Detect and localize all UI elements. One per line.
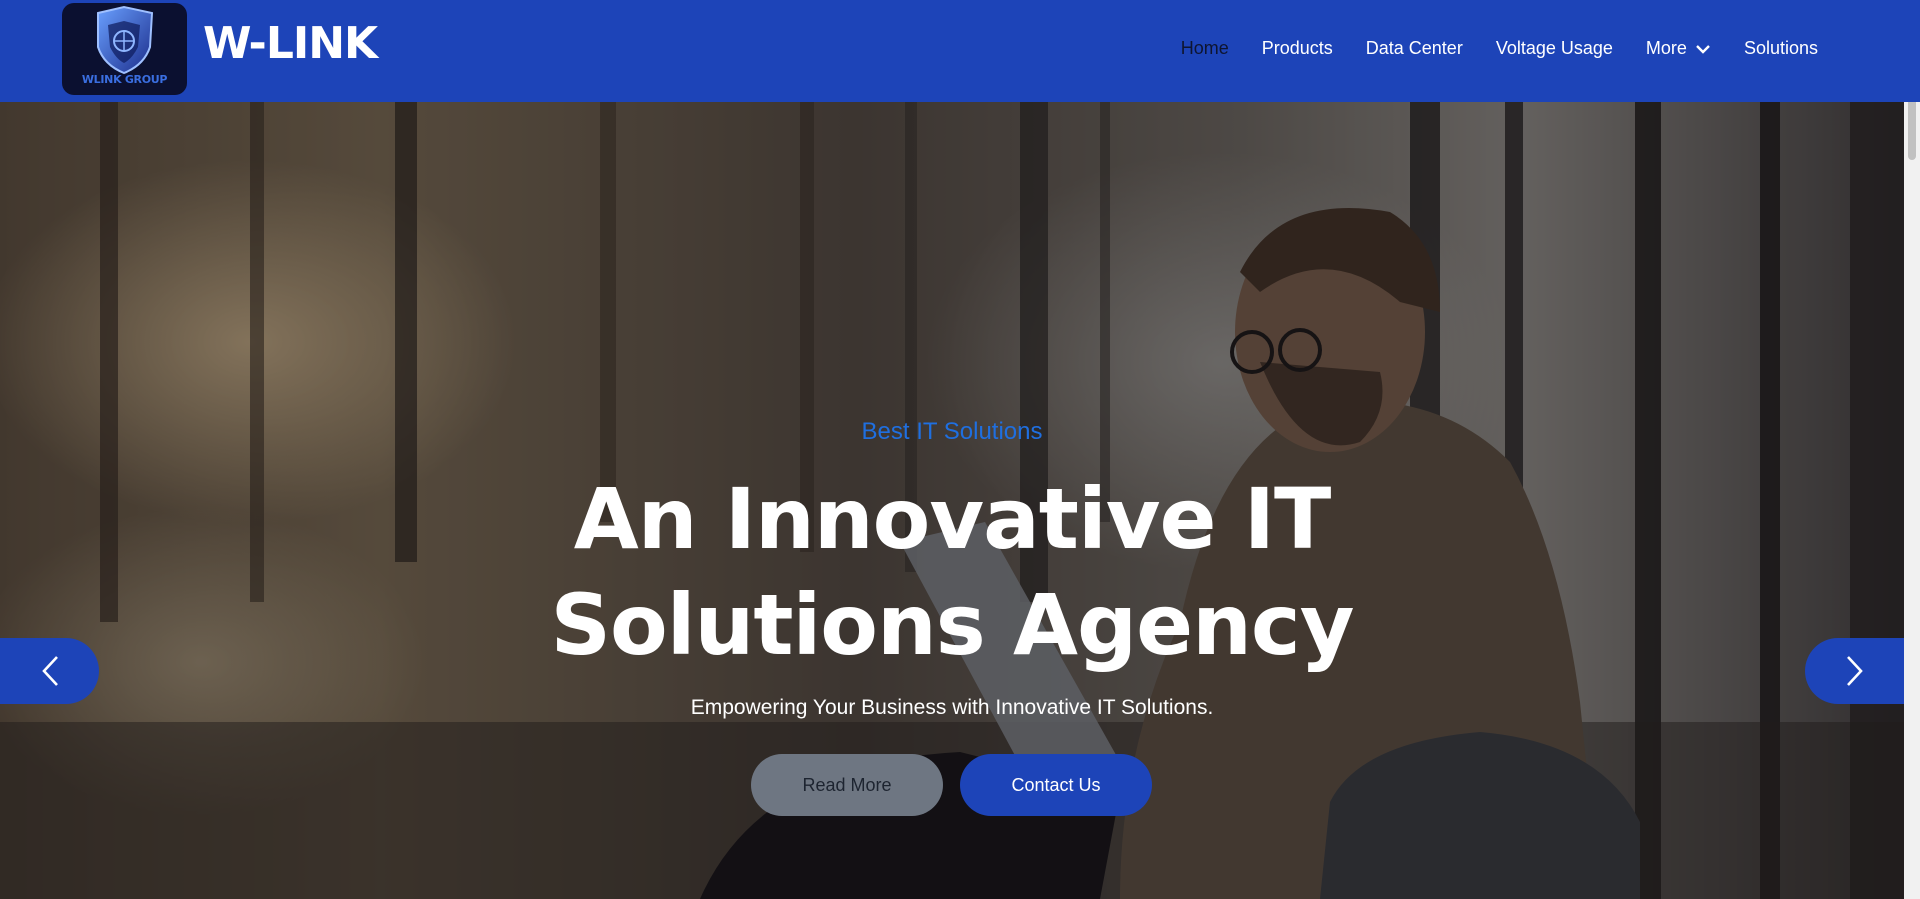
nav-item-solutions[interactable]: Solutions — [1744, 38, 1818, 59]
chevron-right-icon — [1846, 656, 1863, 686]
main-nav: Home Products Data Center Voltage Usage … — [1148, 38, 1818, 59]
hero-headline: An Innovative IT Solutions Agency — [550, 470, 1355, 674]
nav-item-more-label: More — [1645, 38, 1687, 58]
site-header: WLINK GROUP W-LINK Home Products Data Ce… — [0, 0, 1920, 102]
nav-item-more[interactable]: More — [1646, 38, 1711, 59]
brand-name[interactable]: W-LINK — [203, 18, 378, 69]
logo[interactable]: WLINK GROUP — [62, 3, 187, 95]
chevron-left-icon — [41, 656, 58, 686]
read-more-button[interactable]: Read More — [751, 754, 943, 816]
nav-item-home[interactable]: Home — [1181, 38, 1229, 59]
carousel-next-button[interactable] — [1805, 638, 1904, 704]
hero-tagline: Best IT Solutions — [861, 418, 1043, 445]
nav-item-data-center[interactable]: Data Center — [1366, 38, 1463, 59]
hero-carousel: Best IT Solutions An Innovative IT Solut… — [0, 102, 1904, 899]
logo-caption: WLINK GROUP — [81, 73, 168, 86]
page-scrollbar[interactable] — [1904, 0, 1920, 899]
chevron-down-icon — [1696, 44, 1710, 54]
nav-item-voltage-usage[interactable]: Voltage Usage — [1496, 38, 1613, 59]
carousel-prev-button[interactable] — [0, 638, 99, 704]
nav-item-products[interactable]: Products — [1262, 38, 1333, 59]
hero-subtext: Empowering Your Business with Innovative… — [690, 696, 1214, 719]
contact-us-button[interactable]: Contact Us — [960, 754, 1152, 816]
